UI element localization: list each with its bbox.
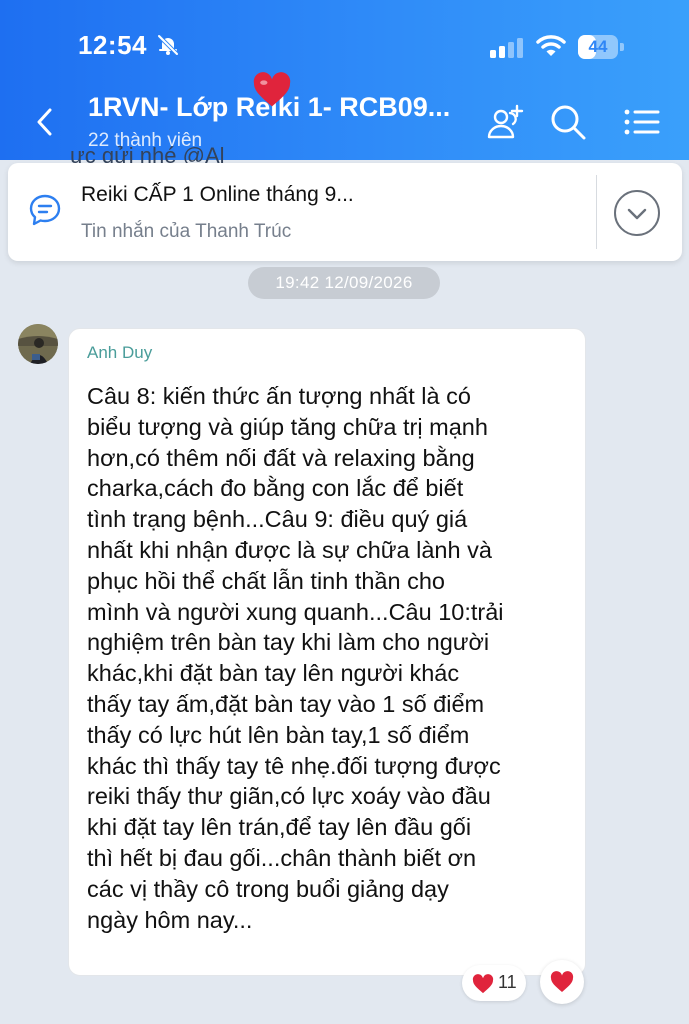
heart-icon: [472, 974, 494, 994]
pinned-message-title: Reiki CẤP 1 Online tháng 9...: [81, 183, 354, 206]
heart-icon: [550, 971, 574, 992]
cellular-signal-icon: [490, 38, 523, 58]
react-button[interactable]: [540, 960, 584, 1004]
message-line: tình trạng bệnh...Câu 9: điều quý giá: [87, 506, 468, 533]
message-line: khác,khi đặt bàn tay lên người khác: [87, 660, 460, 687]
pinned-message-author: Tin nhắn của Thanh Trúc: [81, 221, 292, 242]
message-line: thì hết bị đau gối...chân thành biết ơn: [87, 844, 477, 871]
message-line: biểu tượng và giúp tăng chữa trị mạnh: [87, 413, 488, 440]
message-line: nhất khi nhận được là sự chữa lành và: [87, 536, 492, 563]
silent-bell-icon: [157, 34, 179, 56]
message-line: khác thì thấy tay tê nhẹ.đối tượng được: [87, 752, 501, 779]
reaction-count: 11: [498, 972, 517, 992]
status-time: 12:54: [78, 30, 147, 60]
message-line: phục hồi thể chất lẫn tinh thần cho: [87, 567, 445, 594]
menu-list-icon[interactable]: [622, 104, 662, 140]
divider: [596, 175, 597, 249]
battery-level: 44: [588, 37, 608, 56]
add-member-icon[interactable]: [486, 104, 526, 140]
message-line: các vị thầy cô trong buổi giảng dạy: [87, 875, 449, 902]
message-line: hơn,có thêm nối đất và relaxing bằng: [87, 444, 475, 471]
message-bubble[interactable]: Anh Duy Câu 8: kiến thức ấn tượng nhất l…: [68, 328, 586, 976]
avatar[interactable]: [18, 324, 58, 364]
search-icon[interactable]: [548, 102, 588, 142]
message-line: charka,cách đo bằng con lắc để biết: [87, 475, 464, 502]
message-line: mình và người xung quanh...Câu 10:trải: [87, 598, 504, 625]
back-arrow-icon[interactable]: [30, 104, 62, 140]
reaction-summary[interactable]: 11: [462, 965, 526, 1001]
pinned-message-banner[interactable]: Reiki CẤP 1 Online tháng 9... Tin nhắn c…: [8, 163, 682, 261]
message-line: thấy tay ấm,đặt bàn tay vào 1 số điểm: [87, 690, 485, 717]
chevron-down-icon[interactable]: [613, 189, 661, 237]
wifi-icon: [536, 35, 566, 56]
message-line: Câu 8: kiến thức ấn tượng nhất là có: [87, 383, 471, 409]
heart-icon: [253, 72, 291, 107]
message-line: reiki thấy thư giãn,có lực xoáy vào đầu: [87, 783, 491, 810]
message-line: nghiệm trên bàn tay khi làm cho người: [87, 629, 490, 656]
sender-name[interactable]: Anh Duy: [87, 343, 152, 363]
battery-indicator: 44: [578, 35, 624, 59]
message-line: khi đặt tay lên trán,để tay lên đầu gối: [87, 814, 472, 841]
message-line: thấy có lực hút lên bàn tay,1 số điểm: [87, 721, 470, 748]
message-icon: [29, 194, 61, 226]
date-separator: 19:42 12/09/2026: [248, 267, 440, 299]
chat-header: 12:54 44 1RVN- Lớp Reiki 1- RCB09... 22 …: [0, 0, 689, 160]
message-text: Câu 8: kiến thức ấn tượng nhất là có biể…: [87, 381, 567, 935]
message-line: ngày hôm nay...: [87, 906, 253, 933]
